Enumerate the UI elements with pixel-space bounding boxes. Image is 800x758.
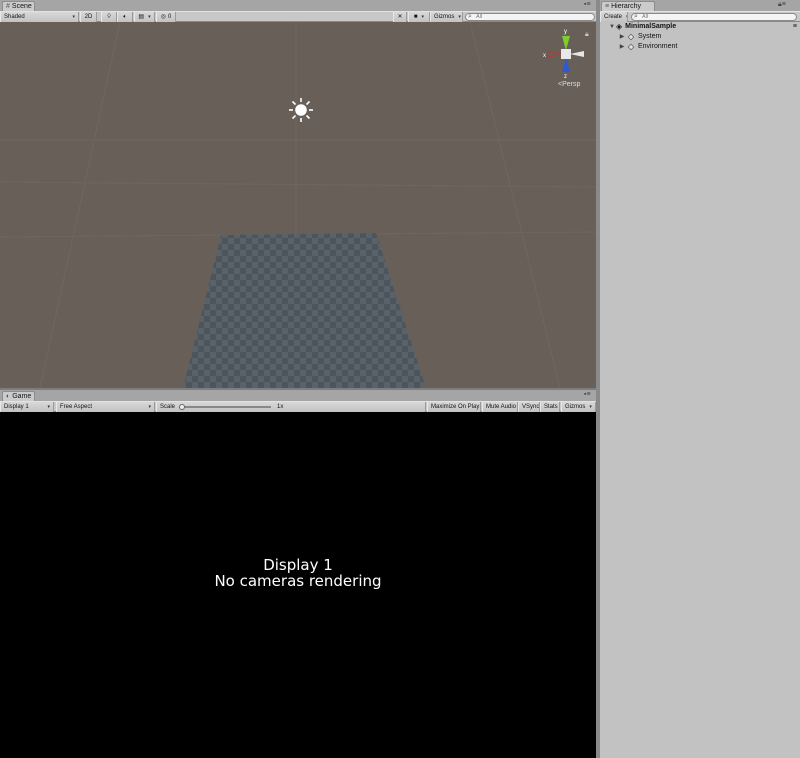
gizmo-projection-label: <Persp xyxy=(558,81,580,88)
hidden-count: 0 xyxy=(167,14,172,20)
scene-toolbar: Shaded 2D 💡︎ 🔈︎ ▤ ◎ 0 ✕ ■ Gizmos ⌕ All xyxy=(0,11,596,22)
stats-label: Stats xyxy=(544,404,558,410)
hierarchy-panel-menu-icon[interactable]: 🔒︎≡ xyxy=(778,1,786,9)
expand-arrow-icon[interactable]: ▶ xyxy=(618,32,626,42)
vsync-label: VSync xyxy=(522,404,540,410)
mute-audio-label: Mute Audio xyxy=(486,404,517,410)
hierarchy-item-label: Environment xyxy=(638,43,678,50)
draw-mode-value: Shaded xyxy=(4,14,25,20)
maximize-on-play-label: Maximize On Play xyxy=(431,404,480,410)
message-no-cameras: No cameras rendering xyxy=(214,572,382,590)
scale-slider[interactable] xyxy=(179,404,272,410)
sun-light-icon xyxy=(289,98,313,122)
game-panel-menu-icon[interactable]: ▪≡ xyxy=(584,391,591,398)
game-toolbar: Display 1 Free Aspect Scale 1x Maximize … xyxy=(0,401,596,412)
display-value: Display 1 xyxy=(4,404,29,410)
floor-plane xyxy=(183,233,426,388)
tab-hierarchy-label: Hierarchy xyxy=(611,3,642,10)
scale-thumb[interactable] xyxy=(179,404,186,410)
tools-icon: ✕ xyxy=(397,14,403,20)
scene-root-row[interactable]: ▼ ◈ MinimalSample ≡ xyxy=(600,22,800,32)
display-dropdown[interactable]: Display 1 xyxy=(0,402,54,412)
lock-icon: 🔒︎ xyxy=(585,31,589,38)
camera-icon: ■ xyxy=(413,14,418,20)
mute-audio-toggle[interactable]: Mute Audio xyxy=(482,402,518,412)
hierarchy-item-environment[interactable]: ▶ Environment xyxy=(600,42,800,52)
collapse-arrow-icon[interactable]: ▼ xyxy=(608,22,616,32)
game-tab-strip: ◐ Game ▪≡ xyxy=(0,390,596,401)
hierarchy-item-label: System xyxy=(638,33,662,40)
tab-game-label: Game xyxy=(12,393,32,400)
camera-dropdown[interactable]: ■ xyxy=(408,12,430,22)
scene-tab-strip: # Scene ▪≡ xyxy=(0,0,596,11)
tab-scene-label: Scene xyxy=(11,3,32,10)
audio-toggle-button[interactable]: 🔈︎ xyxy=(117,12,133,22)
eye-icon: ◎ xyxy=(160,14,166,20)
tab-game[interactable]: ◐ Game xyxy=(2,391,35,401)
hierarchy-toolbar: Create ⌕ All xyxy=(600,11,800,22)
hierarchy-item-system[interactable]: ▶ System xyxy=(600,32,800,42)
hierarchy-search-icon: ⌕ xyxy=(634,13,638,20)
game-gizmos-label: Gizmos xyxy=(565,404,586,410)
unity-scene-icon: ◈ xyxy=(616,22,623,31)
scene-name: MinimalSample xyxy=(625,23,677,30)
lighting-toggle-button[interactable]: 💡︎ xyxy=(101,12,117,22)
game-window: ◐ Game ▪≡ Display 1 Free Aspect Scale 1x… xyxy=(0,390,596,412)
scale-control: Scale 1x xyxy=(156,402,426,412)
scene-icon: # xyxy=(6,3,10,10)
scene-search-input[interactable]: ⌕ All xyxy=(465,13,595,21)
hierarchy-tree: ▼ ◈ MinimalSample ≡ ▶ System ▶ Environme… xyxy=(600,22,800,758)
scene-search-placeholder: All xyxy=(476,14,483,20)
scene-gizmos-dropdown[interactable]: Gizmos xyxy=(430,12,463,22)
tab-hierarchy[interactable]: ≡ Hierarchy xyxy=(601,1,655,11)
aspect-dropdown[interactable]: Free Aspect xyxy=(56,402,155,412)
search-icon: ⌕ xyxy=(468,13,472,20)
gizmo-axis-z: z xyxy=(564,74,567,80)
expand-arrow-icon[interactable]: ▶ xyxy=(618,42,626,52)
game-gizmos-dropdown[interactable]: Gizmos xyxy=(561,402,596,412)
scene-gizmos-label: Gizmos xyxy=(434,14,455,20)
effects-icon: ▤ xyxy=(138,14,145,20)
hierarchy-search-placeholder: All xyxy=(642,14,649,20)
scale-label: Scale xyxy=(160,404,176,410)
lightbulb-icon: 💡︎ xyxy=(106,14,112,20)
gizmo-axis-x: x xyxy=(543,53,546,59)
draw-mode-dropdown[interactable]: Shaded xyxy=(0,12,79,22)
hierarchy-tab-strip: ≡ Hierarchy 🔒︎≡ xyxy=(600,0,800,11)
stats-toggle[interactable]: Stats xyxy=(540,402,560,412)
tab-scene[interactable]: # Scene xyxy=(2,1,35,11)
speaker-icon: 🔈︎ xyxy=(123,14,127,20)
orientation-gizmo xyxy=(547,36,584,72)
scene-canvas: y x z <Persp 🔒︎ xyxy=(0,22,596,388)
effects-dropdown[interactable]: ▤ xyxy=(134,12,155,22)
create-label: Create xyxy=(604,14,623,20)
tools-button[interactable]: ✕ xyxy=(393,12,407,22)
gizmo-axis-y: y xyxy=(564,29,567,35)
gameobject-icon xyxy=(627,43,635,51)
scale-track xyxy=(179,406,272,408)
message-display: Display 1 xyxy=(263,556,333,574)
scale-value: 1x xyxy=(277,404,284,410)
vsync-toggle[interactable]: VSync xyxy=(518,402,540,412)
hierarchy-icon: ≡ xyxy=(605,3,610,10)
no-camera-message: Display 1 No cameras rendering xyxy=(0,557,596,589)
hierarchy-search-input[interactable]: ⌕ All xyxy=(631,13,797,21)
scene-menu-icon[interactable]: ≡ xyxy=(793,22,797,32)
scene-viewport[interactable]: y x z <Persp 🔒︎ xyxy=(0,22,596,388)
gameobject-icon xyxy=(627,33,635,41)
create-dropdown[interactable]: Create xyxy=(600,12,628,22)
toggle-2d-label: 2D xyxy=(84,14,93,20)
game-viewport[interactable]: Display 1 No cameras rendering xyxy=(0,412,596,758)
maximize-on-play-toggle[interactable]: Maximize On Play xyxy=(427,402,481,412)
panel-menu-icon[interactable]: ▪≡ xyxy=(584,1,591,8)
hierarchy-window: ≡ Hierarchy 🔒︎≡ Create ⌕ All xyxy=(600,0,800,22)
aspect-value: Free Aspect xyxy=(60,404,93,410)
game-icon: ◐ xyxy=(6,393,11,400)
hidden-objects-button[interactable]: ◎ 0 xyxy=(156,12,176,22)
toggle-2d-button[interactable]: 2D xyxy=(80,12,97,22)
